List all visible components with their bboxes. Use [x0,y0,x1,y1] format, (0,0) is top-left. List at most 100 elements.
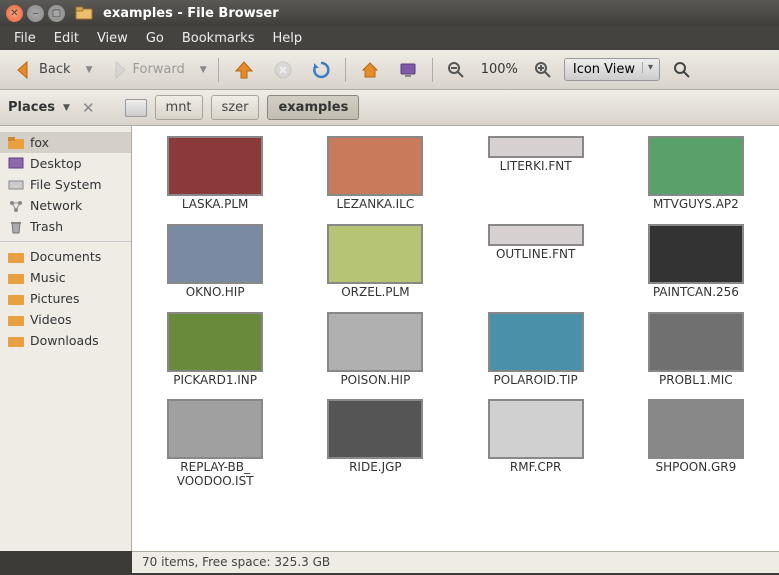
toolbar: Back ▼ Forward ▼ 100% Icon View [0,50,779,90]
file-name: POISON.HIP [340,374,410,388]
thumbnail [167,224,263,284]
titlebar: ✕ ‒ ▢ examples - File Browser [0,0,779,26]
file-item[interactable]: LITERKI.FNT [457,132,615,216]
view-mode-label: Icon View [573,62,635,77]
file-item[interactable]: PAINTCAN.256 [617,220,775,304]
sidebar-item-label: Trash [30,219,63,234]
forward-label: Forward [132,62,184,77]
sidebar-item-label: Videos [30,312,72,327]
menu-file[interactable]: File [6,28,44,49]
sidebar-item-music[interactable]: Music [0,267,131,288]
file-item[interactable]: OKNO.HIP [136,220,294,304]
path-segment-mnt[interactable]: mnt [155,95,203,120]
zoom-in-icon [534,61,552,79]
menu-go[interactable]: Go [138,28,172,49]
thumbnail [167,136,263,196]
places-chevron-icon[interactable]: ▼ [63,103,70,113]
file-name: PAINTCAN.256 [653,286,739,300]
file-item[interactable]: POLAROID.TIP [457,308,615,392]
file-name: PROBL1.MIC [659,374,733,388]
file-item[interactable]: MTVGUYS.AP2 [617,132,775,216]
sidebar-item-label: fox [30,135,49,150]
sidebar-item-trash[interactable]: Trash [0,216,131,237]
close-icon[interactable]: ✕ [6,5,23,22]
file-item[interactable]: LEZANKA.ILC [296,132,454,216]
thumbnail [648,312,744,372]
desktop-icon [8,157,24,171]
sidebar: fox Desktop File System Network Trash Do… [0,126,132,551]
sidebar-item-fox[interactable]: fox [0,132,131,153]
folder-icon [75,4,93,22]
thumbnail [648,136,744,196]
thumbnail [488,136,584,158]
status-bar: 70 items, Free space: 325.3 GB [132,551,779,573]
sidebar-item-desktop[interactable]: Desktop [0,153,131,174]
sidebar-item-downloads[interactable]: Downloads [0,330,131,351]
file-item[interactable]: RIDE.JGP [296,395,454,493]
arrow-up-icon [233,59,255,81]
reload-icon [311,60,331,80]
zoom-level: 100% [477,62,522,77]
stop-button [267,57,299,83]
sidebar-item-filesystem[interactable]: File System [0,174,131,195]
search-button[interactable] [666,57,698,83]
minimize-icon[interactable]: ‒ [27,5,44,22]
menu-bookmarks[interactable]: Bookmarks [174,28,263,49]
maximize-icon[interactable]: ▢ [48,5,65,22]
thumbnail [167,312,263,372]
sidebar-item-pictures[interactable]: Pictures [0,288,131,309]
places-label[interactable]: Places [8,100,55,115]
menu-help[interactable]: Help [264,28,310,49]
disk-root-icon[interactable] [125,99,147,117]
zoom-out-button[interactable] [441,58,471,82]
back-button[interactable]: Back [8,56,77,84]
back-history-chevron-icon[interactable]: ▼ [83,65,96,75]
sidebar-item-documents[interactable]: Documents [0,246,131,267]
separator [432,58,433,82]
menu-edit[interactable]: Edit [46,28,87,49]
zoom-in-button[interactable] [528,58,558,82]
file-grid[interactable]: LASKA.PLM LEZANKA.ILC LITERKI.FNTMTVGUYS.A… [132,126,779,551]
file-name: OUTLINE.FNT [496,248,575,262]
up-button[interactable] [227,56,261,84]
file-item[interactable]: PROBL1.MIC [617,308,775,392]
location-bar: Places ▼ ✕ mnt szer examples [0,90,779,126]
file-item[interactable]: RMF.CPR [457,395,615,493]
sidebar-item-label: Pictures [30,291,80,306]
file-item[interactable]: OUTLINE.FNT [457,220,615,304]
reload-button[interactable] [305,57,337,83]
file-name: POLAROID.TIP [493,374,577,388]
forward-history-chevron-icon[interactable]: ▼ [197,65,210,75]
file-item[interactable]: REPLAY-BB_ VOODOO.IST [136,395,294,493]
computer-button[interactable] [392,57,424,83]
file-item[interactable]: SHPOON.GR9 [617,395,775,493]
file-item[interactable]: ORZEL.PLM [296,220,454,304]
home-button[interactable] [354,57,386,83]
home-icon [360,60,380,80]
sidebar-item-videos[interactable]: Videos [0,309,131,330]
file-item[interactable]: LASKA.PLM [136,132,294,216]
file-name: LASKA.PLM [182,198,249,212]
thumbnail [648,399,744,459]
menu-view[interactable]: View [89,28,136,49]
file-item[interactable]: POISON.HIP [296,308,454,392]
folder-icon [8,334,24,348]
separator [0,241,131,242]
computer-icon [398,60,418,80]
thumbnail [488,399,584,459]
path-segment-examples[interactable]: examples [267,95,359,120]
view-mode-select[interactable]: Icon View [564,58,660,81]
file-name: LEZANKA.ILC [337,198,415,212]
folder-icon [8,292,24,306]
thumbnail [167,399,263,459]
drive-icon [8,178,24,192]
sidebar-item-network[interactable]: Network [0,195,131,216]
close-sidebar-icon[interactable]: ✕ [78,99,99,117]
thumbnail [327,136,423,196]
folder-icon [8,271,24,285]
file-item[interactable]: PICKARD1.INP [136,308,294,392]
path-segment-szer[interactable]: szer [211,95,260,120]
trash-icon [8,220,24,234]
back-label: Back [39,62,71,77]
file-name: SHPOON.GR9 [655,461,736,475]
